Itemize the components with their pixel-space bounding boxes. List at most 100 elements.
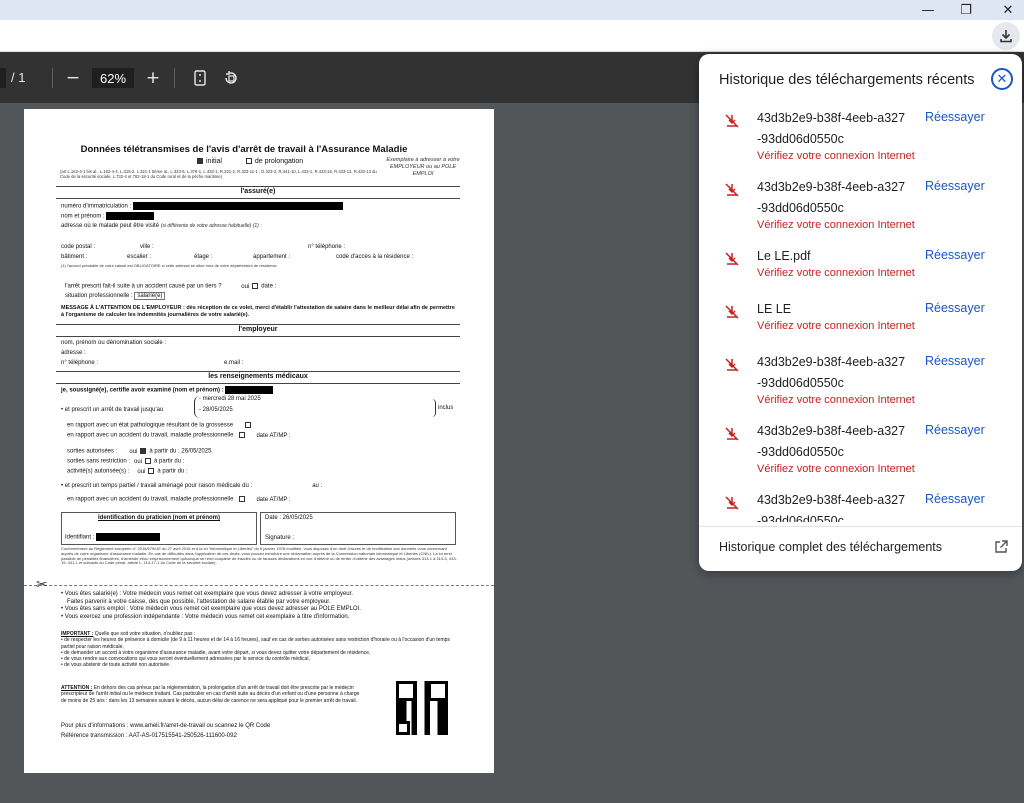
pdf-page: Données télétransmises de l'avis d'arrêt… xyxy=(24,109,494,773)
adresse-row: adresse où le malade peut être visité (s… xyxy=(61,223,262,229)
download-failed-icon xyxy=(725,496,739,510)
toolbar-divider xyxy=(174,68,175,88)
employeur-section-header: l'employeur xyxy=(56,324,460,337)
download-item[interactable]: 43d3b2e9-b38f-4eeb-a327-93dd06d0550c Rée… xyxy=(699,490,1022,522)
accident-travail-row-2: en rapport avec un accident du travail, … xyxy=(67,496,291,503)
rgpd-text: Conformément au Règlement européen n° 20… xyxy=(61,546,457,566)
scissors-icon: ✂ xyxy=(36,577,48,593)
minimize-icon[interactable]: — xyxy=(908,0,948,20)
code-postal-label: code postal : xyxy=(61,244,96,250)
ville-label: ville : xyxy=(140,244,154,250)
appartement-label: appartement : xyxy=(253,254,291,260)
download-failed-icon xyxy=(725,427,739,441)
downloads-list[interactable]: 43d3b2e9-b38f-4eeb-a327-93dd06d0550c Vér… xyxy=(699,102,1022,522)
temps-partiel-row: • et prescrit un temps partiel / travail… xyxy=(61,483,323,489)
download-filename: 43d3b2e9-b38f-4eeb-a327-93dd06d0550c xyxy=(757,180,906,215)
full-history-link[interactable]: Historique complet des téléchargements xyxy=(699,526,1022,571)
assure-section-header: l'assuré(e) xyxy=(56,186,460,199)
download-button[interactable] xyxy=(992,22,1020,50)
employeur-tel-label: n° téléphone : xyxy=(61,360,99,366)
download-failed-icon xyxy=(725,114,739,128)
download-failed-icon xyxy=(725,252,739,266)
employeur-email-label: e.mail : xyxy=(224,360,244,366)
bracket xyxy=(432,399,436,417)
arret-jusquau-label: • et prescrit un arrêt de travail jusqu'… xyxy=(61,407,164,413)
scrollbar[interactable] xyxy=(1014,134,1020,514)
download-item[interactable]: 43d3b2e9-b38f-4eeb-a327-93dd06d0550c Vér… xyxy=(699,177,1022,237)
page-number-input[interactable] xyxy=(0,68,6,88)
instructions: • Vous êtes salarié(e) : Votre médecin v… xyxy=(61,591,361,620)
important-section: IMPORTANT : Quelle que soit votre situat… xyxy=(61,631,450,669)
inclus-label: inclus xyxy=(438,405,454,411)
download-status: Vérifiez votre connexion Internet xyxy=(757,320,915,332)
download-failed-icon xyxy=(725,358,739,372)
batiment-label: bâtiment : xyxy=(61,254,88,260)
download-item[interactable]: LE LE Vérifiez votre connexion Internet … xyxy=(699,299,1022,344)
downloads-panel: Historique des téléchargements récents ✕… xyxy=(699,54,1022,571)
download-failed-icon xyxy=(725,305,739,319)
medical-section-header: les renseignements médicaux xyxy=(56,371,460,384)
employeur-adresse-label: adresse : xyxy=(61,350,86,356)
initial-checkbox xyxy=(197,158,203,165)
certifie-row: je, soussigné(e), certifie avoir examiné… xyxy=(61,386,274,395)
employeur-nom-label: nom, prénom ou dénomination sociale : xyxy=(61,340,167,346)
retry-button[interactable]: Réessayer xyxy=(925,110,985,124)
retry-button[interactable]: Réessayer xyxy=(925,248,985,262)
download-filename: 43d3b2e9-b38f-4eeb-a327-93dd06d0550c xyxy=(757,355,906,390)
sorties-sans-restriction-row: sorties sans restriction : oui à partir du… xyxy=(67,458,185,465)
plus-info: Pour plus d'informations : www.ameli.fr/… xyxy=(61,723,271,729)
close-circle-icon[interactable]: ✕ xyxy=(991,68,1013,90)
window-titlebar: — ❐ ✕ xyxy=(0,0,1024,20)
fit-page-icon[interactable] xyxy=(189,67,211,89)
zoom-level-input[interactable]: 62% xyxy=(92,68,134,88)
telephone-label: n° téléphone : xyxy=(308,244,346,250)
download-filename: 43d3b2e9-b38f-4eeb-a327-93dd06d0550c xyxy=(757,424,906,459)
escalier-label: escalier : xyxy=(127,254,152,260)
praticien-box: Identification du praticien (nom et prén… xyxy=(61,512,257,545)
cut-line xyxy=(24,585,494,586)
download-item[interactable]: Le LE.pdf Vérifiez votre connexion Inter… xyxy=(699,246,1022,291)
download-item[interactable]: 43d3b2e9-b38f-4eeb-a327-93dd06d0550c Vér… xyxy=(699,352,1022,412)
accident-travail-row: en rapport avec un accident du travail, … xyxy=(67,432,291,439)
download-filename: Le LE.pdf xyxy=(757,249,811,263)
download-status: Vérifiez votre connexion Internet xyxy=(757,150,915,162)
legal-references: (art L.162-4-1 bis al., L.162-4-4, L.315… xyxy=(60,169,377,180)
download-item[interactable]: 43d3b2e9-b38f-4eeb-a327-93dd06d0550c Vér… xyxy=(699,108,1022,168)
restore-icon[interactable]: ❐ xyxy=(946,0,986,20)
zoom-in-icon[interactable]: + xyxy=(142,67,164,89)
attention-section: ATTENTION : En dehors des cas prévus par… xyxy=(61,685,360,704)
redacted-field xyxy=(106,212,155,220)
grossesse-row: en rapport avec un état pathologique rés… xyxy=(67,422,254,430)
page-count: / 1 xyxy=(11,70,26,85)
accident-tiers-row: l'arrêt prescrit fait-il suite à un acci… xyxy=(65,283,277,290)
retry-button[interactable]: Réessayer xyxy=(925,301,985,315)
download-status: Vérifiez votre connexion Internet xyxy=(757,219,915,231)
retry-button[interactable]: Réessayer xyxy=(925,423,985,437)
sorties-autorisees-row: sorties autorisées : oui à partir du : 26/… xyxy=(67,448,212,455)
arret-dates: - mercredi 28 mai 2025 - 28/05/2025 xyxy=(194,396,261,418)
signature-box: Date : 26/05/2025 Signature : xyxy=(260,512,456,545)
etage-label: étage : xyxy=(194,254,213,260)
prolongation-checkbox xyxy=(245,158,252,165)
download-filename: 43d3b2e9-b38f-4eeb-a327-93dd06d0550c xyxy=(757,111,906,146)
accord-note: (1) l'accord préalable de votre caisse e… xyxy=(61,263,278,268)
message-employeur: MESSAGE À L'ATTENTION DE L'EMPLOYEUR : d… xyxy=(61,305,455,318)
retry-button[interactable]: Réessayer xyxy=(925,179,985,193)
retry-button[interactable]: Réessayer xyxy=(925,492,985,506)
address-bar xyxy=(0,20,1024,52)
close-icon[interactable]: ✕ xyxy=(988,0,1024,20)
download-item[interactable]: 43d3b2e9-b38f-4eeb-a327-93dd06d0550c Vér… xyxy=(699,421,1022,481)
exemplaire-note: Exemplaire à adresser à votre EMPLOYEUR … xyxy=(386,157,460,177)
redacted-field xyxy=(132,202,343,210)
zoom-out-icon[interactable]: − xyxy=(62,67,84,89)
num-immat-row: numéro d'immatriculation : xyxy=(61,202,343,211)
download-icon xyxy=(1000,30,1012,43)
redacted-field xyxy=(96,532,161,541)
download-filename: 43d3b2e9-b38f-4eeb-a327-93dd06d0550c xyxy=(757,493,906,522)
full-history-label: Historique complet des téléchargements xyxy=(719,540,943,554)
initial-option: initial de prolongation xyxy=(194,158,303,167)
retry-button[interactable]: Réessayer xyxy=(925,354,985,368)
rotate-icon[interactable] xyxy=(220,67,242,89)
document-title: Données télétransmises de l'avis d'arrêt… xyxy=(80,144,408,155)
download-status: Vérifiez votre connexion Internet xyxy=(757,394,915,406)
